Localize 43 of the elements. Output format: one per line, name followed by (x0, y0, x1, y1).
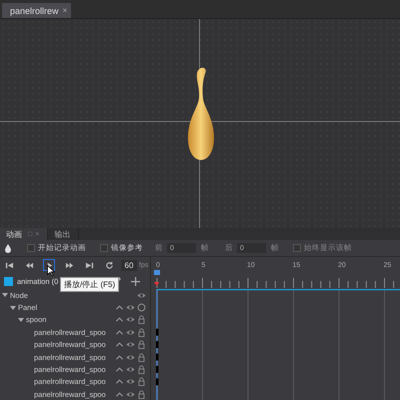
lock-icon[interactable] (137, 340, 146, 350)
eye-icon[interactable] (137, 290, 146, 300)
eye-icon[interactable] (126, 340, 135, 350)
panel-tab[interactable]: 输出 (48, 228, 80, 240)
cursor-icon (47, 265, 55, 276)
next-icon (64, 260, 74, 270)
add-icon[interactable] (131, 276, 140, 286)
lock-icon[interactable] (137, 315, 146, 324)
record-drop-icon[interactable] (4, 243, 13, 253)
checkbox[interactable] (100, 244, 108, 252)
eye-icon[interactable] (126, 315, 135, 324)
eye-icon[interactable] (126, 303, 135, 312)
playhead-handle[interactable] (154, 270, 160, 275)
eye-icon[interactable] (126, 365, 135, 374)
lock-icon[interactable] (137, 377, 146, 386)
checkbox[interactable] (27, 244, 35, 252)
document-tab[interactable]: panelrollrew × (2, 3, 72, 18)
eye-icon[interactable] (126, 352, 135, 362)
eye-icon[interactable] (126, 390, 135, 399)
lock-icon[interactable] (137, 352, 146, 362)
eye-icon[interactable] (126, 328, 135, 337)
expand-icon[interactable] (18, 316, 24, 323)
tooltip: 播放/停止 (F5) (60, 277, 120, 292)
close-icon[interactable]: × (62, 6, 68, 15)
lock-icon[interactable] (137, 390, 146, 399)
first-icon (4, 260, 14, 270)
lock-icon[interactable] (137, 365, 146, 374)
last-icon (84, 260, 94, 270)
eye-icon[interactable] (126, 377, 135, 386)
marker-icon (154, 282, 159, 286)
circle-icon[interactable] (137, 303, 146, 312)
expand-icon[interactable] (2, 292, 8, 298)
fps-field[interactable]: 60 (121, 260, 137, 270)
lock-icon[interactable] (137, 328, 146, 337)
keyframe-mark[interactable] (156, 341, 158, 348)
prev-icon (24, 260, 34, 270)
checkbox[interactable] (293, 244, 301, 252)
expand-icon[interactable] (10, 304, 16, 311)
keyframe-mark[interactable] (156, 378, 158, 386)
loop-icon (104, 260, 114, 270)
loop-button[interactable] (103, 259, 115, 271)
keyframe-mark[interactable] (156, 366, 158, 373)
keyframe-mark[interactable] (156, 328, 158, 336)
